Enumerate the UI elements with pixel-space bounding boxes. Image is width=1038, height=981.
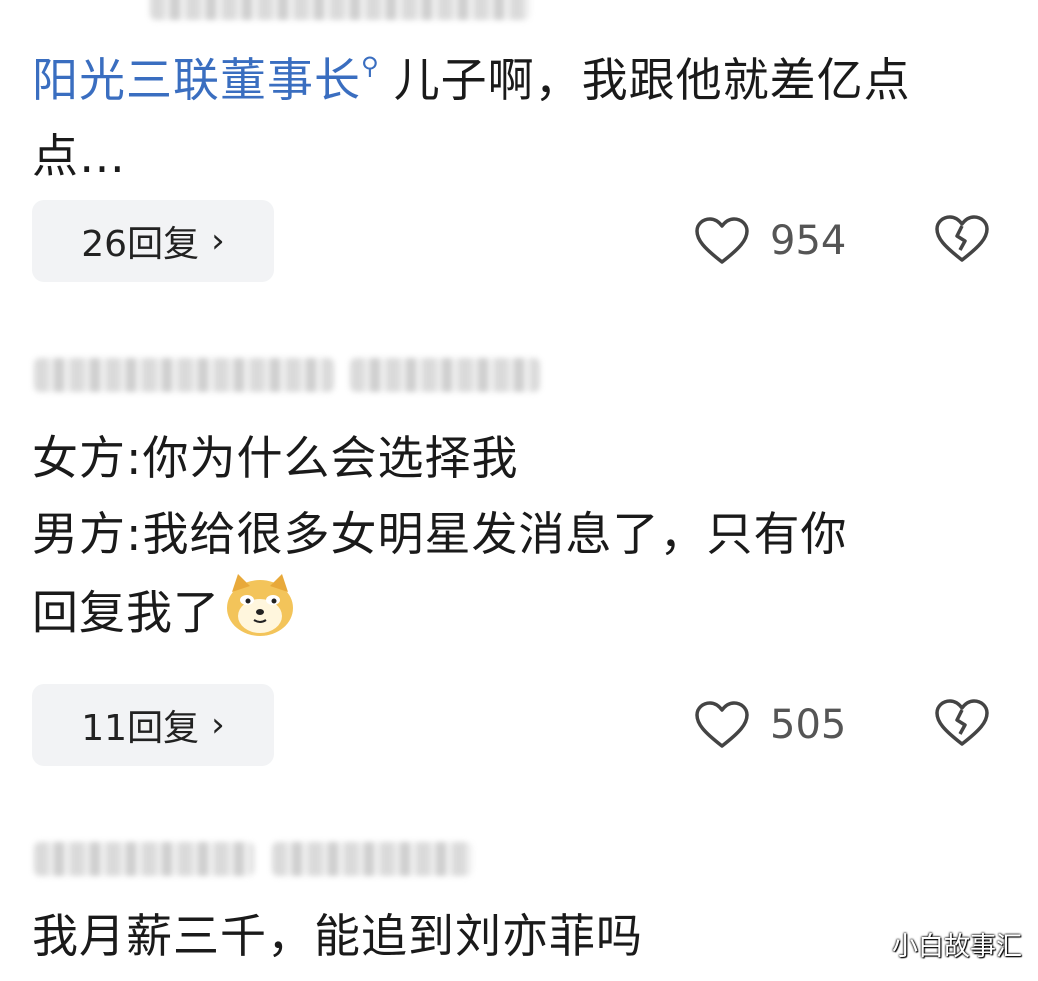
blurred-username-2: [34, 358, 334, 392]
comment-3-text: 我月薪三千，能追到刘亦菲吗: [32, 909, 643, 963]
like-group-2[interactable]: 505: [694, 684, 846, 766]
search-icon[interactable]: ⚲: [361, 52, 380, 80]
comment-3: 我月薪三千，能追到刘亦菲吗: [32, 898, 992, 974]
comment-2-line-3-wrap: 回复我了: [32, 572, 992, 660]
like-count-1: 954: [770, 218, 847, 264]
comment-1-username[interactable]: 阳光三联董事长: [32, 53, 361, 107]
broken-heart-icon[interactable]: [934, 214, 990, 264]
heart-icon[interactable]: [694, 700, 750, 750]
blurred-meta-3: [272, 842, 472, 876]
watermark: 小白故事汇: [891, 932, 1022, 962]
comment-2: 女方:你为什么会选择我 男方:我给很多女明星发消息了，只有你 回复我了: [32, 420, 992, 660]
like-group-1[interactable]: 954: [694, 200, 846, 282]
chevron-right-icon: ›: [211, 221, 225, 261]
blurred-username-3: [34, 842, 254, 876]
dislike-button-1[interactable]: [934, 214, 990, 268]
like-count-2: 505: [770, 702, 847, 748]
chevron-right-icon: ›: [211, 705, 225, 745]
reply-button-2[interactable]: 11回复 ›: [32, 684, 274, 766]
comment-2-line-1: 女方:你为什么会选择我: [32, 431, 519, 485]
comment-1: 阳光三联董事长⚲ 儿子啊，我跟他就差亿点点…: [32, 28, 992, 194]
reply-label-2: 11回复: [81, 708, 200, 749]
blurred-meta-2: [350, 358, 540, 392]
comment-2-line-2: 男方:我给很多女明星发消息了，只有你: [32, 507, 848, 561]
broken-heart-icon[interactable]: [934, 698, 990, 748]
blurred-text-top: [150, 0, 530, 20]
dislike-button-2[interactable]: [934, 698, 990, 752]
heart-icon[interactable]: [694, 216, 750, 266]
reply-button-1[interactable]: 26回复 ›: [32, 200, 274, 282]
reply-label-1: 26回复: [81, 224, 200, 265]
doge-emoji-icon: [224, 572, 296, 660]
comment-2-line-3: 回复我了: [32, 585, 220, 640]
